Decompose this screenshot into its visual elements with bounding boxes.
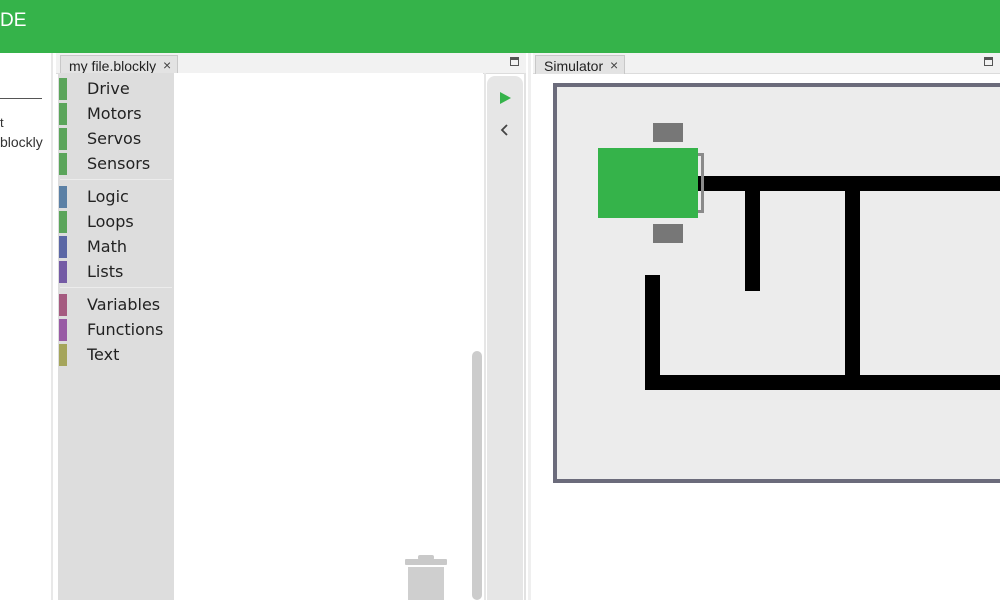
wall-divider (845, 176, 860, 381)
category-label: Servos (87, 129, 142, 148)
toolbox-category-servos[interactable]: Servos (58, 128, 174, 150)
file-panel: t blockly (0, 53, 51, 600)
file-panel-divider (0, 98, 42, 99)
blockly-toolbox: Drive Motors Servos Sensors Logic Loops Math Li… (58, 73, 174, 600)
robot-sensor-tip (698, 153, 704, 156)
close-icon[interactable]: × (610, 56, 618, 74)
robot-sensor (701, 153, 704, 213)
category-color-swatch (59, 78, 67, 100)
chevron-left-icon[interactable] (498, 122, 512, 138)
category-color-swatch (59, 344, 67, 366)
category-label: Logic (87, 187, 129, 206)
robot-wheel-bottom (653, 224, 683, 243)
tab-simulator[interactable]: Simulator × (535, 55, 625, 74)
category-color-swatch (59, 211, 67, 233)
top-bar: DE (0, 0, 1000, 53)
close-icon[interactable]: × (163, 56, 171, 74)
workspace-scrollbar[interactable] (472, 351, 482, 600)
robot-sensor-tip (698, 210, 704, 213)
category-color-swatch (59, 261, 67, 283)
tab-my-file[interactable]: my file.blockly × (60, 55, 178, 74)
robot-body (598, 148, 698, 218)
category-color-swatch (59, 153, 67, 175)
trash-icon[interactable] (405, 555, 447, 600)
category-color-swatch (59, 236, 67, 258)
category-label: Variables (87, 295, 161, 314)
toolbox-category-text[interactable]: Text (58, 344, 174, 366)
category-color-swatch (59, 186, 67, 208)
maximize-icon[interactable] (510, 57, 519, 66)
category-label: Text (87, 345, 120, 364)
tab-label: Simulator (544, 58, 604, 74)
category-color-swatch (59, 294, 67, 316)
category-color-swatch (59, 319, 67, 341)
toolbox-category-math[interactable]: Math (58, 236, 174, 258)
wall-left (645, 275, 660, 390)
wall-stub (745, 176, 760, 291)
app-title: DE (0, 10, 27, 31)
blockly-workspace[interactable] (174, 73, 483, 600)
maximize-icon[interactable] (984, 57, 993, 66)
category-label: Lists (87, 262, 124, 281)
simulator-panel: Simulator × (533, 53, 1000, 600)
toolbox-category-lists[interactable]: Lists (58, 261, 174, 283)
panel-splitter-right[interactable] (528, 53, 531, 600)
toolbox-separator (60, 287, 172, 288)
panel-splitter[interactable] (51, 53, 53, 600)
editor-panel: my file.blockly × Drive Motors Servos Senso… (56, 53, 526, 600)
editor-vertical-toolbar (487, 76, 523, 600)
play-icon[interactable] (498, 90, 512, 106)
wall-bottom (645, 375, 1000, 390)
category-label: Math (87, 237, 128, 256)
file-item[interactable]: blockly (0, 134, 43, 150)
category-color-swatch (59, 103, 67, 125)
editor-border (524, 73, 526, 600)
simulator-tab-strip: Simulator × (533, 53, 1000, 74)
category-color-swatch (59, 128, 67, 150)
category-label: Drive (87, 79, 130, 98)
file-item-fragment[interactable]: t (0, 115, 4, 130)
robot-wheel-top (653, 123, 683, 142)
toolbox-category-motors[interactable]: Motors (58, 103, 174, 125)
category-label: Sensors (87, 154, 151, 173)
toolbox-category-loops[interactable]: Loops (58, 211, 174, 233)
workspace-border (484, 73, 486, 600)
toolbox-separator (60, 179, 172, 180)
toolbox-category-drive[interactable]: Drive (58, 78, 174, 100)
category-label: Motors (87, 104, 142, 123)
tab-label: my file.blockly (69, 58, 157, 74)
simulator-arena[interactable] (553, 83, 1000, 483)
toolbox-category-variables[interactable]: Variables (58, 294, 174, 316)
editor-tab-strip: my file.blockly × (56, 53, 526, 74)
toolbox-category-sensors[interactable]: Sensors (58, 153, 174, 175)
arena-floor (553, 83, 1000, 483)
category-label: Loops (87, 212, 134, 231)
toolbox-category-logic[interactable]: Logic (58, 186, 174, 208)
toolbox-category-functions[interactable]: Functions (58, 319, 174, 341)
category-label: Functions (87, 320, 164, 339)
